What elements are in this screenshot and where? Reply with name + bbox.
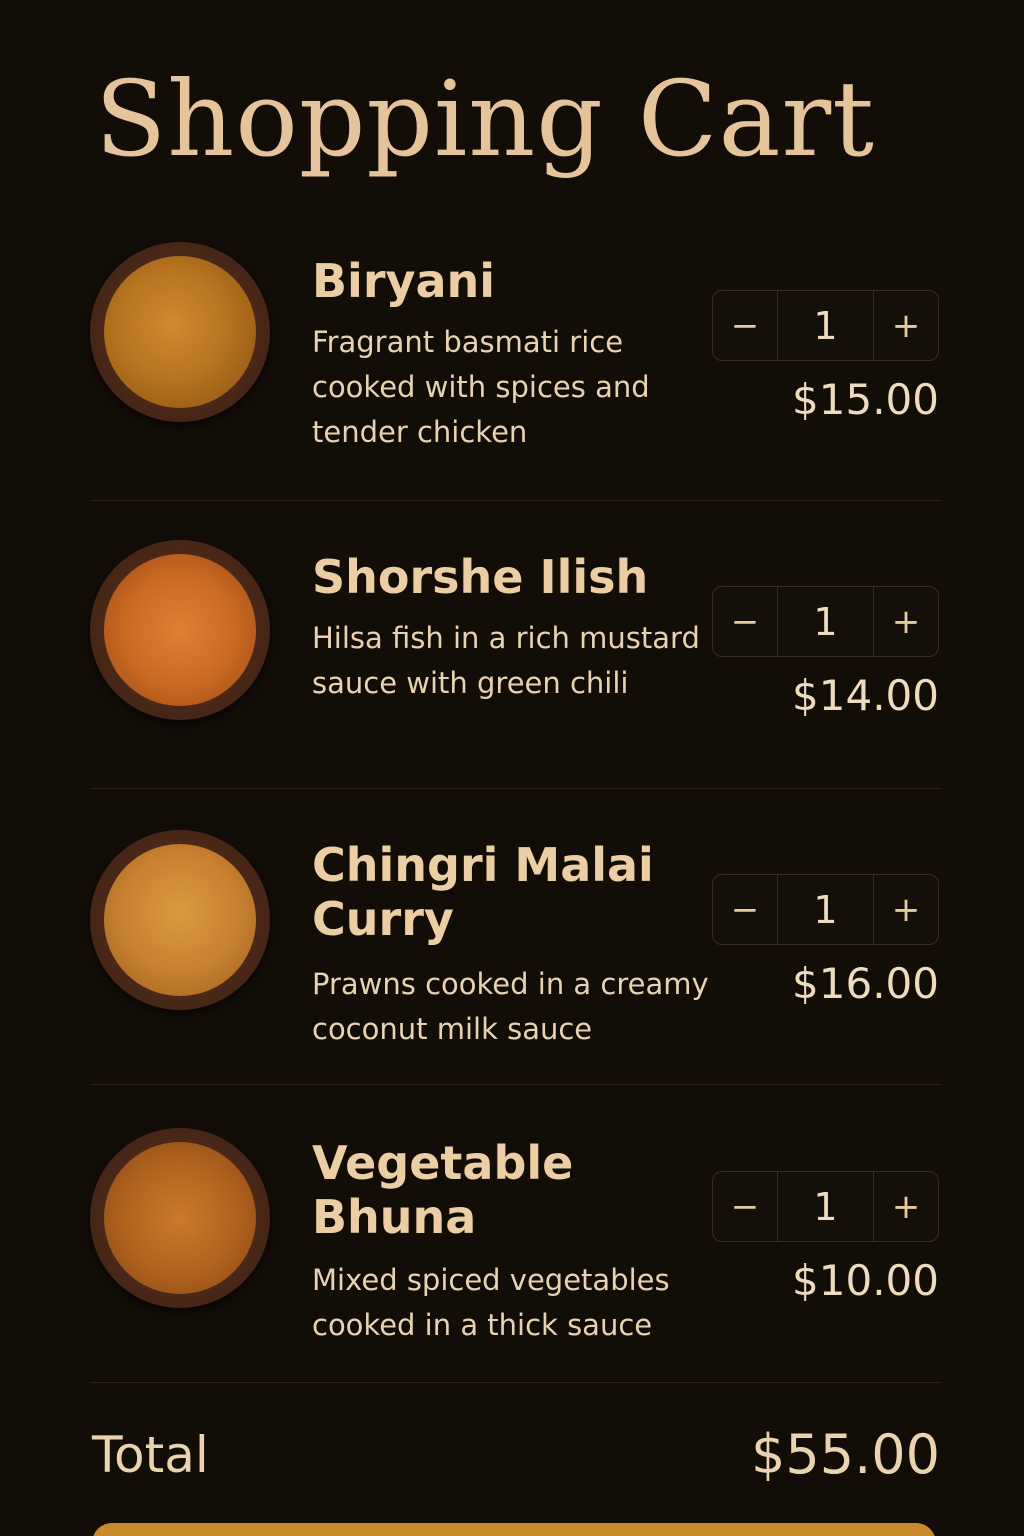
quantity-stepper: − 1 +	[712, 586, 939, 657]
total-label: Total	[92, 1426, 209, 1484]
increment-button[interactable]: +	[874, 875, 938, 944]
increment-button[interactable]: +	[874, 1172, 938, 1241]
decrement-button[interactable]: −	[713, 875, 777, 944]
divider	[90, 1084, 941, 1085]
decrement-button[interactable]: −	[713, 587, 777, 656]
quantity-value: 1	[777, 587, 874, 656]
divider	[90, 1382, 941, 1383]
item-name: Biryani	[312, 254, 496, 308]
decrement-button[interactable]: −	[713, 291, 777, 360]
divider	[90, 788, 941, 789]
item-name: Shorshe Ilish	[312, 550, 649, 604]
item-description: Mixed spiced vegetables cooked in a thic…	[312, 1263, 670, 1342]
biryani-image	[90, 242, 270, 422]
increment-button[interactable]: +	[874, 291, 938, 360]
item-description: Fragrant basmati rice cooked with spices…	[312, 325, 650, 449]
prawn-curry-image	[90, 830, 270, 1010]
item-price: $10.00	[792, 1256, 939, 1305]
decrement-button[interactable]: −	[713, 1172, 777, 1241]
quantity-value: 1	[777, 291, 874, 360]
increment-button[interactable]: +	[874, 587, 938, 656]
quantity-stepper: − 1 +	[712, 874, 939, 945]
item-description: Hilsa fish in a rich mustard sauce with …	[312, 621, 700, 700]
page-title: Shopping Cart	[95, 58, 875, 180]
item-price: $14.00	[792, 671, 939, 720]
vegetable-image	[90, 1128, 270, 1308]
item-description: Prawns cooked in a creamy coconut milk s…	[312, 967, 709, 1046]
fish-curry-image	[90, 540, 270, 720]
item-price: $15.00	[792, 375, 939, 424]
checkout-button[interactable]	[92, 1523, 936, 1536]
quantity-value: 1	[777, 1172, 874, 1241]
total-value: $55.00	[751, 1423, 940, 1486]
item-name: Chingri Malai Curry	[312, 838, 654, 946]
quantity-stepper: − 1 +	[712, 290, 939, 361]
quantity-stepper: − 1 +	[712, 1171, 939, 1242]
quantity-value: 1	[777, 875, 874, 944]
divider	[90, 500, 941, 501]
item-price: $16.00	[792, 959, 939, 1008]
item-name: Vegetable Bhuna	[312, 1136, 574, 1244]
